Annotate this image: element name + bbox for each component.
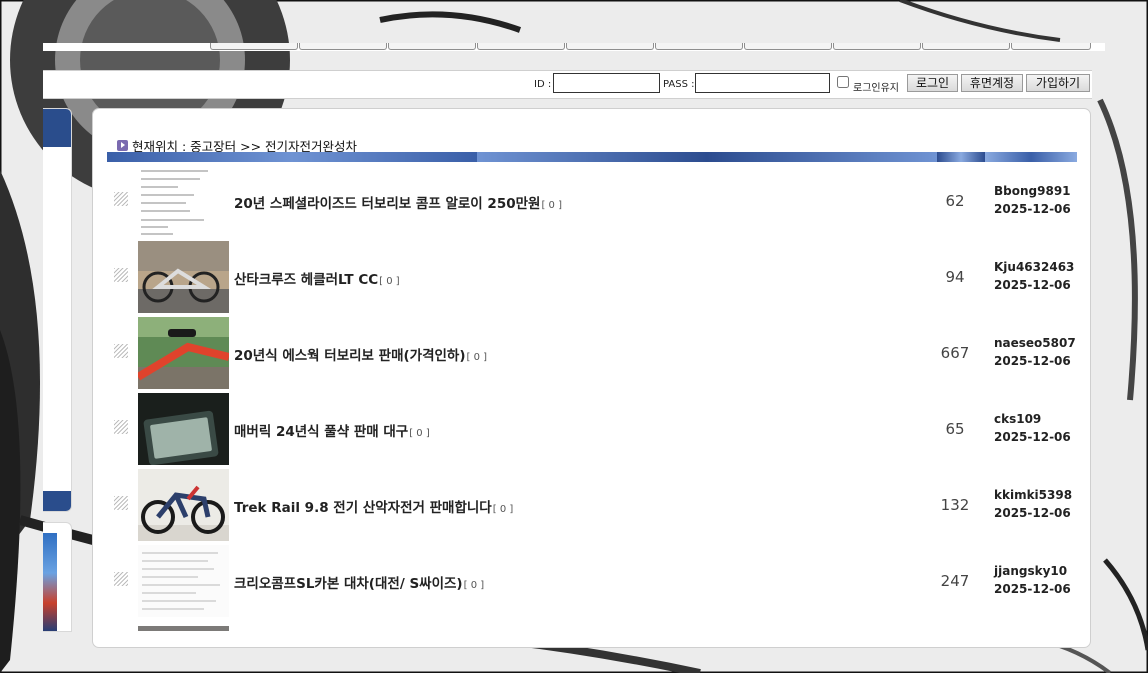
- sidebar-panel-footer: [43, 491, 71, 511]
- sidebar-panel-header: [43, 109, 71, 147]
- post-title: 크리오콤프SL카본 대차(대전/ S싸이즈): [234, 576, 463, 592]
- header-bar-segment: [937, 152, 985, 162]
- post-date: 2025-12-06: [994, 506, 1071, 520]
- post-date: 2025-12-06: [994, 202, 1071, 216]
- nav-tab[interactable]: [655, 43, 743, 50]
- nav-tab[interactable]: [566, 43, 654, 50]
- comment-count: [ 0 ]: [379, 276, 400, 287]
- post-title-link[interactable]: 20년식 에스웍 터보리보 판매(가격인하)[ 0 ]: [234, 344, 487, 364]
- nav-tab[interactable]: [388, 43, 476, 50]
- view-count: 132: [940, 496, 970, 514]
- post-title: Trek Rail 9.8 전기 산악자전거 판매합니다: [234, 500, 492, 516]
- post-date: 2025-12-06: [994, 582, 1071, 596]
- nav-tab[interactable]: [1011, 43, 1091, 50]
- sidebar-banner-image[interactable]: [43, 533, 57, 631]
- signup-button[interactable]: 가입하기: [1026, 74, 1090, 92]
- header-bar-segment: [985, 152, 1077, 162]
- post-thumbnail[interactable]: [138, 241, 229, 313]
- post-row: 매버릭 24년식 풀샥 판매 대구[ 0 ] 65 cks109 2025-12…: [93, 393, 1090, 469]
- post-row: 20년 스페셜라이즈드 터보리보 콤프 알로이 250만원[ 0 ] 62 Bb…: [93, 165, 1090, 241]
- post-thumbnail[interactable]: [138, 621, 229, 631]
- post-thumbnail[interactable]: [138, 317, 229, 389]
- top-nav-strip: [43, 43, 1105, 51]
- post-author[interactable]: naeseo5807: [994, 336, 1076, 350]
- row-bullet-icon: [114, 496, 128, 510]
- dormant-account-button[interactable]: 휴면계정: [961, 74, 1023, 92]
- post-row: Trek Rail 9.8 전기 산악자전거 판매합니다[ 0 ] 132 kk…: [93, 469, 1090, 545]
- row-bullet-icon: [114, 268, 128, 282]
- nav-tab[interactable]: [922, 43, 1010, 50]
- id-input[interactable]: [553, 73, 660, 93]
- post-date: 2025-12-06: [994, 354, 1071, 368]
- sidebar-panel: [43, 108, 72, 512]
- view-count: 247: [940, 572, 970, 590]
- post-row-partial: [93, 621, 1090, 647]
- arrow-right-icon: [117, 140, 128, 151]
- post-author[interactable]: Bbong9891: [994, 184, 1071, 198]
- post-title: 20년 스페셜라이즈드 터보리보 콤프 알로이 250만원: [234, 196, 541, 212]
- view-count: 62: [945, 192, 965, 210]
- comment-count: [ 0 ]: [409, 428, 430, 439]
- board-header-bar: [107, 152, 1077, 162]
- comment-count: [ 0 ]: [466, 352, 488, 363]
- keep-login-checkbox[interactable]: [837, 76, 849, 88]
- comment-count: [ 0 ]: [463, 580, 485, 591]
- post-title: 매버릭 24년식 풀샥 판매 대구: [234, 424, 409, 440]
- board-panel: 현재위치 : 중고장터 >> 전기자전거완성차 20년 스페셜라이즈드 터보리보…: [92, 108, 1091, 648]
- post-title-link[interactable]: 매버릭 24년식 풀샥 판매 대구[ 0 ]: [234, 420, 430, 440]
- view-count: 667: [940, 344, 970, 362]
- post-row: 20년식 에스웍 터보리보 판매(가격인하)[ 0 ] 667 naeseo58…: [93, 317, 1090, 393]
- row-bullet-icon: [114, 192, 128, 206]
- post-author[interactable]: cks109: [994, 412, 1041, 426]
- post-title-link[interactable]: 크리오콤프SL카본 대차(대전/ S싸이즈)[ 0 ]: [234, 572, 484, 592]
- row-bullet-icon: [114, 420, 128, 434]
- comment-count: [ 0 ]: [541, 200, 562, 211]
- post-row: 크리오콤프SL카본 대차(대전/ S싸이즈)[ 0 ] 247 jjangsky…: [93, 545, 1090, 621]
- post-title: 산타크루즈 헤클러LT CC: [234, 272, 379, 288]
- keep-login-label: 로그인유지: [853, 83, 899, 94]
- nav-tab[interactable]: [210, 43, 298, 50]
- header-bar-segment: [477, 152, 937, 162]
- post-date: 2025-12-06: [994, 430, 1071, 444]
- nav-tab[interactable]: [299, 43, 387, 50]
- id-label: ID :: [534, 79, 552, 90]
- post-thumbnail[interactable]: [138, 469, 229, 541]
- row-bullet-icon: [114, 572, 128, 586]
- view-count: 94: [945, 268, 965, 286]
- login-button[interactable]: 로그인: [907, 74, 958, 92]
- post-thumbnail[interactable]: [138, 545, 229, 617]
- post-author[interactable]: kkimki5398: [994, 488, 1072, 502]
- post-author[interactable]: Kju4632463: [994, 260, 1074, 274]
- header-bar-segment: [107, 152, 477, 162]
- post-title-link[interactable]: 20년 스페셜라이즈드 터보리보 콤프 알로이 250만원[ 0 ]: [234, 192, 562, 212]
- post-author[interactable]: jjangsky10: [994, 564, 1067, 578]
- view-count: 65: [945, 420, 965, 438]
- post-title-link[interactable]: 산타크루즈 헤클러LT CC[ 0 ]: [234, 268, 400, 288]
- post-date: 2025-12-06: [994, 278, 1071, 292]
- comment-count: [ 0 ]: [492, 504, 514, 515]
- nav-tab[interactable]: [744, 43, 832, 50]
- sidebar-banner-panel: [43, 522, 72, 632]
- row-bullet-icon: [114, 344, 128, 358]
- nav-tab[interactable]: [477, 43, 565, 50]
- post-thumbnail[interactable]: [138, 393, 229, 465]
- post-title: 20년식 에스웍 터보리보 판매(가격인하): [234, 348, 466, 364]
- post-title-link[interactable]: Trek Rail 9.8 전기 산악자전거 판매합니다[ 0 ]: [234, 496, 513, 516]
- password-input[interactable]: [695, 73, 830, 93]
- pass-label: PASS :: [663, 79, 695, 90]
- nav-tab[interactable]: [833, 43, 921, 50]
- post-thumbnail[interactable]: [138, 165, 229, 237]
- post-row: 산타크루즈 헤클러LT CC[ 0 ] 94 Kju4632463 2025-1…: [93, 241, 1090, 317]
- login-bar: ID : PASS : 로그인유지 로그인 휴면계정 가입하기: [43, 70, 1092, 99]
